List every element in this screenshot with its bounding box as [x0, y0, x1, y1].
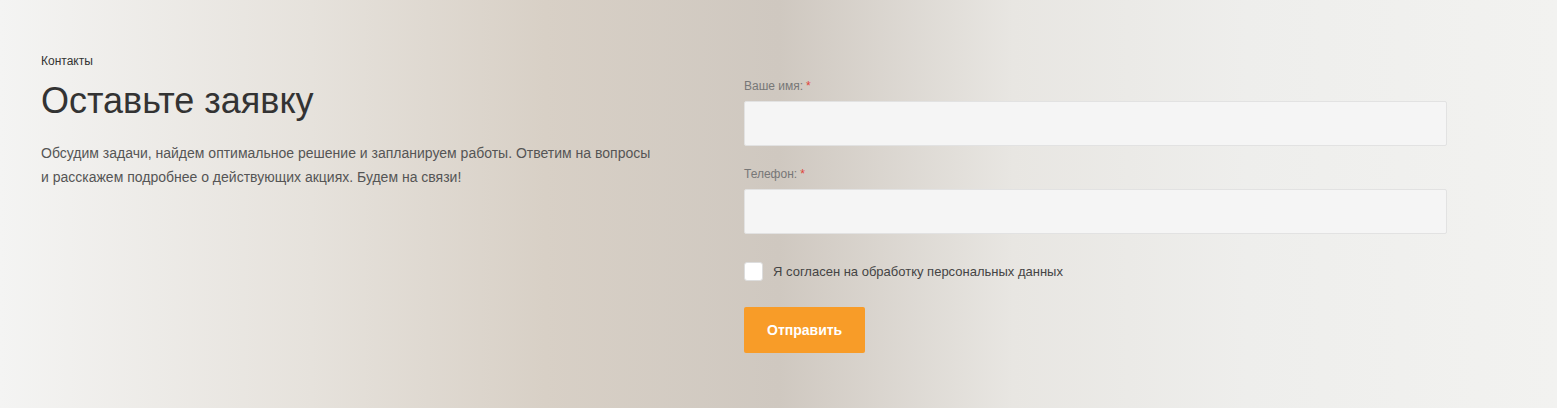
- consent-row[interactable]: Я согласен на обработку персональных дан…: [744, 262, 1447, 281]
- form-field: Телефон:*: [744, 166, 1447, 234]
- intro-column: Контакты Оставьте заявку Обсудим задачи, н…: [0, 0, 744, 408]
- field-label: Телефон:*: [744, 166, 1447, 182]
- text-input[interactable]: [744, 101, 1447, 146]
- contact-section: Контакты Оставьте заявку Обсудим задачи, н…: [0, 0, 1557, 408]
- description: Обсудим задачи, найдем оптимальное решен…: [41, 141, 651, 189]
- consent-label[interactable]: Я согласен на обработку персональных дан…: [773, 263, 1063, 281]
- required-mark: *: [800, 166, 805, 182]
- text-input[interactable]: [744, 189, 1447, 234]
- breadcrumb[interactable]: Контакты: [41, 53, 684, 69]
- form-field: Ваше имя:*: [744, 78, 1447, 146]
- title: Оставьте заявку: [41, 79, 684, 123]
- field-label-text: Телефон:: [744, 166, 797, 182]
- consent-checkbox[interactable]: [744, 262, 763, 281]
- field-label-text: Ваше имя:: [744, 78, 803, 94]
- field-label: Ваше имя:*: [744, 78, 1447, 94]
- form-column: Ваше имя:*Телефон:*Я согласен на обработ…: [744, 0, 1447, 408]
- required-mark: *: [806, 78, 811, 94]
- submit-button[interactable]: Отправить: [744, 307, 865, 353]
